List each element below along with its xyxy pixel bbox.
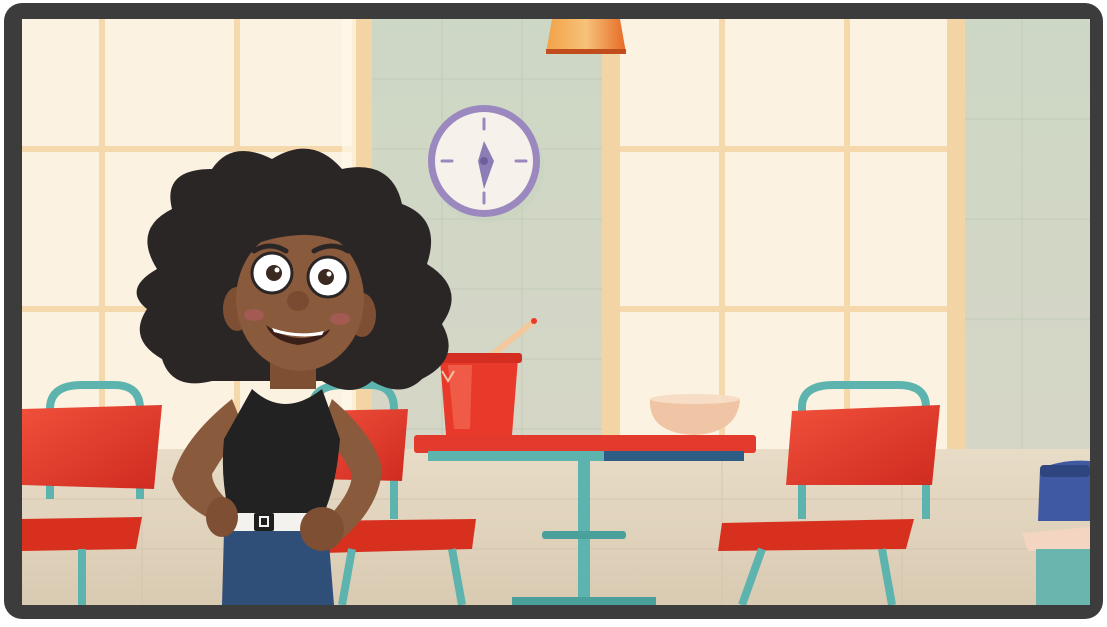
video-frame: [4, 3, 1103, 619]
cartoon-diner-scene: [22, 19, 1090, 605]
right-window: [602, 19, 965, 459]
pendant-lamp: [546, 19, 626, 54]
belt-buckle-icon: [254, 513, 274, 531]
scene-illustration: [22, 19, 1090, 605]
